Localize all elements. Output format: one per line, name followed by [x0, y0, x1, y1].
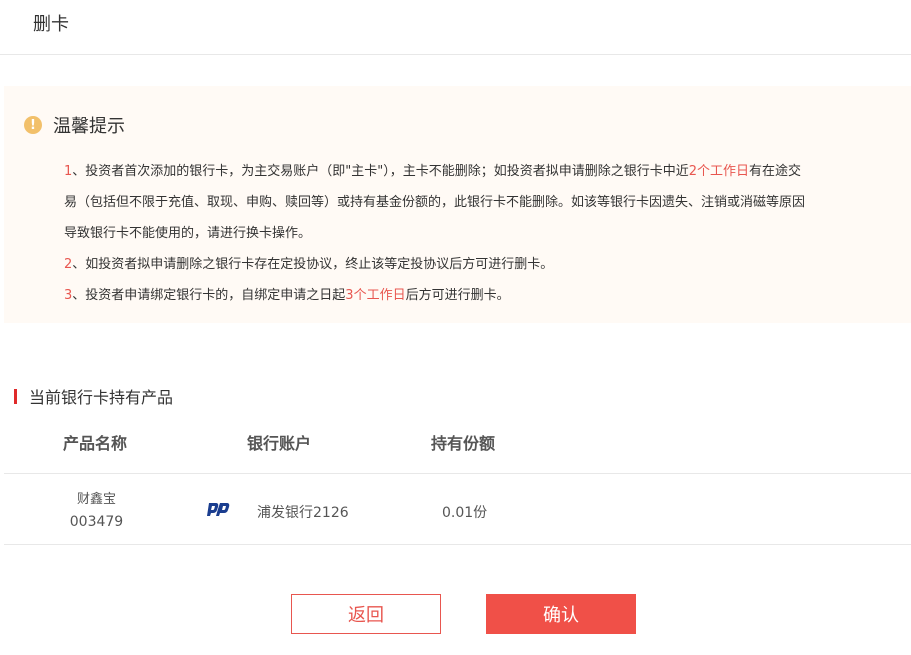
notice-item-1-line-3: 导致银行卡不能使用的，请进行换卡操作。	[64, 226, 312, 241]
notice-highlight: 3个工作日	[345, 288, 406, 303]
product-name: 财鑫宝	[76, 492, 116, 507]
held-shares: 0.01份	[442, 505, 488, 521]
notice-title: 温馨提示	[53, 116, 125, 137]
confirm-button[interactable]: 确认	[486, 594, 636, 634]
notice-header: ! 温馨提示	[24, 112, 125, 138]
table-header: 产品名称 银行账户 持有份额	[0, 430, 911, 453]
notice-highlight: 2个工作日	[688, 164, 750, 179]
section-header: 当前银行卡持有产品	[14, 384, 173, 408]
column-header-product: 产品名称	[63, 434, 128, 453]
bank-account: 浦发银行2126	[257, 505, 349, 521]
back-button[interactable]: 返回	[291, 594, 441, 634]
notice-text: 、投资者首次添加的银行卡，为主交易账户（即"主卡"），主卡不能删除；如投资者拟申…	[72, 164, 689, 179]
section-marker	[14, 388, 17, 404]
page-title: 删卡	[33, 14, 69, 35]
column-header-shares: 持有份额	[431, 434, 496, 453]
table-row: 财鑫宝 003479 浦发银行2126 0.01份	[4, 473, 911, 545]
notice-item-2: 2、如投资者拟申请删除之银行卡存在定投协议，终止该等定投协议后方可进行删卡。	[64, 249, 864, 280]
page-header: 删卡	[0, 0, 911, 55]
spdb-bank-logo-icon	[206, 501, 230, 517]
notice-text: 、投资者申请绑定银行卡的，自绑定申请之日起	[72, 288, 346, 303]
product-code: 003479	[69, 514, 124, 530]
notice-item-1-line-2: 易（包括但不限于充值、取现、申购、赎回等）或持有基金份额的，此银行卡不能删除。如…	[64, 195, 806, 210]
notice-text: 后方可进行删卡。	[405, 288, 510, 303]
exclamation-icon: !	[24, 116, 42, 134]
notice-text: 有在途交	[749, 164, 802, 179]
notice-panel: ! 温馨提示 1、投资者首次添加的银行卡，为主交易账户（即"主卡"），主卡不能删…	[4, 86, 911, 323]
section-title: 当前银行卡持有产品	[29, 388, 174, 407]
notice-body: 1、投资者首次添加的银行卡，为主交易账户（即"主卡"），主卡不能删除；如投资者拟…	[64, 156, 864, 311]
notice-item-1: 1、投资者首次添加的银行卡，为主交易账户（即"主卡"），主卡不能删除；如投资者拟…	[64, 156, 864, 187]
notice-text: 、如投资者拟申请删除之银行卡存在定投协议，终止该等定投协议后方可进行删卡。	[72, 257, 554, 272]
notice-item-3: 3、投资者申请绑定银行卡的，自绑定申请之日起3个工作日后方可进行删卡。	[64, 280, 864, 311]
column-header-account: 银行账户	[247, 434, 312, 453]
